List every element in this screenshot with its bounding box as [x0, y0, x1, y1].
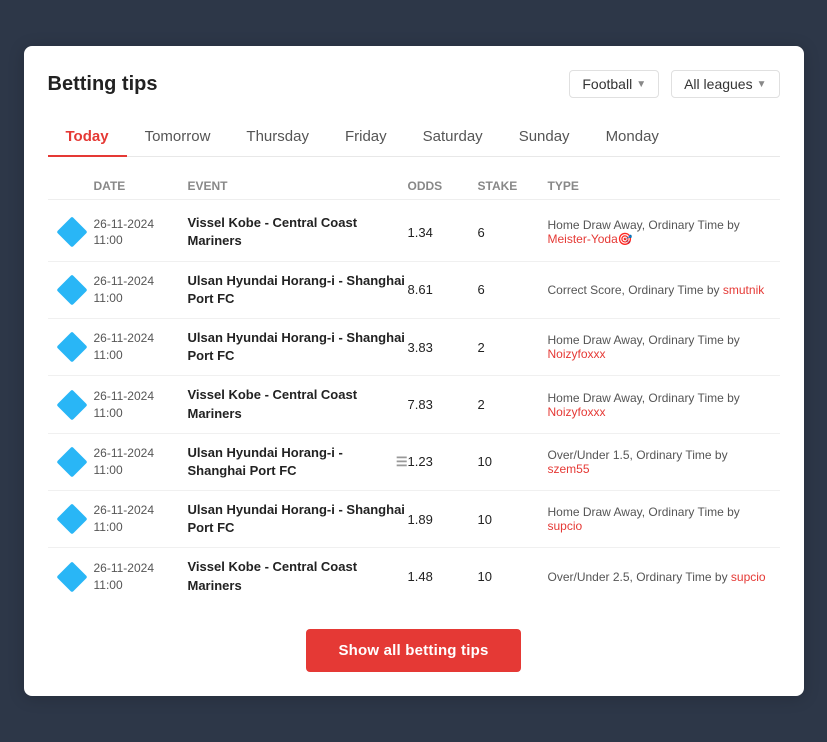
tip-icon [58, 505, 86, 533]
table-row: 26-11-2024 11:00 Vissel Kobe - Central C… [48, 204, 780, 261]
tip-icon [58, 218, 86, 246]
odds-cell: 1.89 [408, 512, 478, 527]
odds-cell: 1.34 [408, 225, 478, 240]
tip-icon [58, 448, 86, 476]
time: 11:00 [94, 232, 155, 249]
event-cell: Vissel Kobe - Central Coast Mariners [188, 386, 408, 422]
tab-friday[interactable]: Friday [327, 118, 405, 157]
date: 26-11-2024 [94, 388, 155, 405]
stake-cell: 6 [478, 282, 548, 297]
tabs: Today Tomorrow Thursday Friday Saturday … [48, 118, 780, 157]
odds-cell: 8.61 [408, 282, 478, 297]
table-row: 26-11-2024 11:00 Ulsan Hyundai Horang-i … [48, 319, 780, 376]
leagues-filter[interactable]: All leagues ▼ [671, 70, 779, 98]
tab-saturday[interactable]: Saturday [405, 118, 501, 157]
date-cell: 26-11-2024 11:00 [58, 388, 188, 422]
col-odds: ODDS [408, 179, 478, 193]
time: 11:00 [94, 519, 155, 536]
type-cell: Over/Under 1.5, Ordinary Time by szem55 [548, 448, 770, 476]
stake-cell: 10 [478, 454, 548, 469]
tab-tomorrow[interactable]: Tomorrow [127, 118, 229, 157]
event-cell: Ulsan Hyundai Horang-i - Shanghai Port F… [188, 444, 408, 480]
time: 11:00 [94, 405, 155, 422]
odds-cell: 3.83 [408, 340, 478, 355]
date: 26-11-2024 [94, 330, 155, 347]
type-cell: Home Draw Away, Ordinary Time by Meister… [548, 218, 770, 246]
type-cell: Home Draw Away, Ordinary Time by Noizyfo… [548, 391, 770, 419]
stake-cell: 2 [478, 340, 548, 355]
event-cell: Vissel Kobe - Central Coast Mariners [188, 214, 408, 250]
stake-cell: 10 [478, 512, 548, 527]
author-link[interactable]: smutnik [723, 283, 764, 297]
author-link[interactable]: szem55 [548, 462, 590, 476]
date: 26-11-2024 [94, 273, 155, 290]
author-link[interactable]: supcio [548, 519, 583, 533]
tip-icon [58, 391, 86, 419]
time: 11:00 [94, 462, 155, 479]
date: 26-11-2024 [94, 560, 155, 577]
tab-thursday[interactable]: Thursday [228, 118, 327, 157]
odds-cell: 1.23 [408, 454, 478, 469]
col-date: DATE [58, 179, 188, 193]
author-link[interactable]: Meister-Yoda🎯 [548, 232, 633, 246]
chevron-down-icon: ▼ [636, 79, 646, 90]
event-cell: Ulsan Hyundai Horang-i - Shanghai Port F… [188, 329, 408, 365]
time: 11:00 [94, 347, 155, 364]
show-all-button[interactable]: Show all betting tips [306, 629, 520, 672]
tip-icon [58, 276, 86, 304]
date-cell: 26-11-2024 11:00 [58, 560, 188, 594]
tab-monday[interactable]: Monday [588, 118, 677, 157]
type-cell: Correct Score, Ordinary Time by smutnik [548, 283, 770, 297]
table-row: 26-11-2024 11:00 Vissel Kobe - Central C… [48, 376, 780, 433]
tab-today[interactable]: Today [48, 118, 127, 157]
table-row: 26-11-2024 11:00 Ulsan Hyundai Horang-i … [48, 262, 780, 319]
type-cell: Over/Under 2.5, Ordinary Time by supcio [548, 570, 770, 584]
stake-cell: 10 [478, 569, 548, 584]
list-icon: ☰ [396, 453, 408, 471]
type-cell: Home Draw Away, Ordinary Time by Noizyfo… [548, 333, 770, 361]
event-cell: Ulsan Hyundai Horang-i - Shanghai Port F… [188, 501, 408, 537]
event-cell: Ulsan Hyundai Horang-i - Shanghai Port F… [188, 272, 408, 308]
date-cell: 26-11-2024 11:00 [58, 273, 188, 307]
table-row: 26-11-2024 11:00 Ulsan Hyundai Horang-i … [48, 491, 780, 548]
time: 11:00 [94, 290, 155, 307]
tip-icon [58, 333, 86, 361]
author-link[interactable]: Noizyfoxxx [548, 405, 606, 419]
stake-cell: 6 [478, 225, 548, 240]
date-cell: 26-11-2024 11:00 [58, 330, 188, 364]
time: 11:00 [94, 577, 155, 594]
chevron-down-icon: ▼ [757, 79, 767, 90]
table-header: DATE EVENT ODDS STAKE TYPE [48, 173, 780, 200]
main-card: Betting tips Football ▼ All leagues ▼ To… [24, 46, 804, 696]
author-link[interactable]: supcio [731, 570, 766, 584]
date: 26-11-2024 [94, 216, 155, 233]
odds-cell: 7.83 [408, 397, 478, 412]
stake-cell: 2 [478, 397, 548, 412]
tab-sunday[interactable]: Sunday [501, 118, 588, 157]
header: Betting tips Football ▼ All leagues ▼ [48, 70, 780, 98]
date-cell: 26-11-2024 11:00 [58, 502, 188, 536]
date: 26-11-2024 [94, 502, 155, 519]
football-filter[interactable]: Football ▼ [569, 70, 659, 98]
col-stake: STAKE [478, 179, 548, 193]
tip-icon [58, 563, 86, 591]
table-body: 26-11-2024 11:00 Vissel Kobe - Central C… [48, 204, 780, 605]
header-filters: Football ▼ All leagues ▼ [569, 70, 779, 98]
page-title: Betting tips [48, 73, 158, 96]
date-cell: 26-11-2024 11:00 [58, 445, 188, 479]
leagues-filter-label: All leagues [684, 76, 753, 92]
football-filter-label: Football [582, 76, 632, 92]
date-cell: 26-11-2024 11:00 [58, 216, 188, 250]
odds-cell: 1.48 [408, 569, 478, 584]
table-row: 26-11-2024 11:00 Ulsan Hyundai Horang-i … [48, 434, 780, 491]
show-all-wrap: Show all betting tips [48, 629, 780, 672]
table-row: 26-11-2024 11:00 Vissel Kobe - Central C… [48, 548, 780, 604]
event-cell: Vissel Kobe - Central Coast Mariners [188, 558, 408, 594]
type-cell: Home Draw Away, Ordinary Time by supcio [548, 505, 770, 533]
col-event: EVENT [188, 179, 408, 193]
author-link[interactable]: Noizyfoxxx [548, 347, 606, 361]
col-type: TYPE [548, 179, 770, 193]
date: 26-11-2024 [94, 445, 155, 462]
